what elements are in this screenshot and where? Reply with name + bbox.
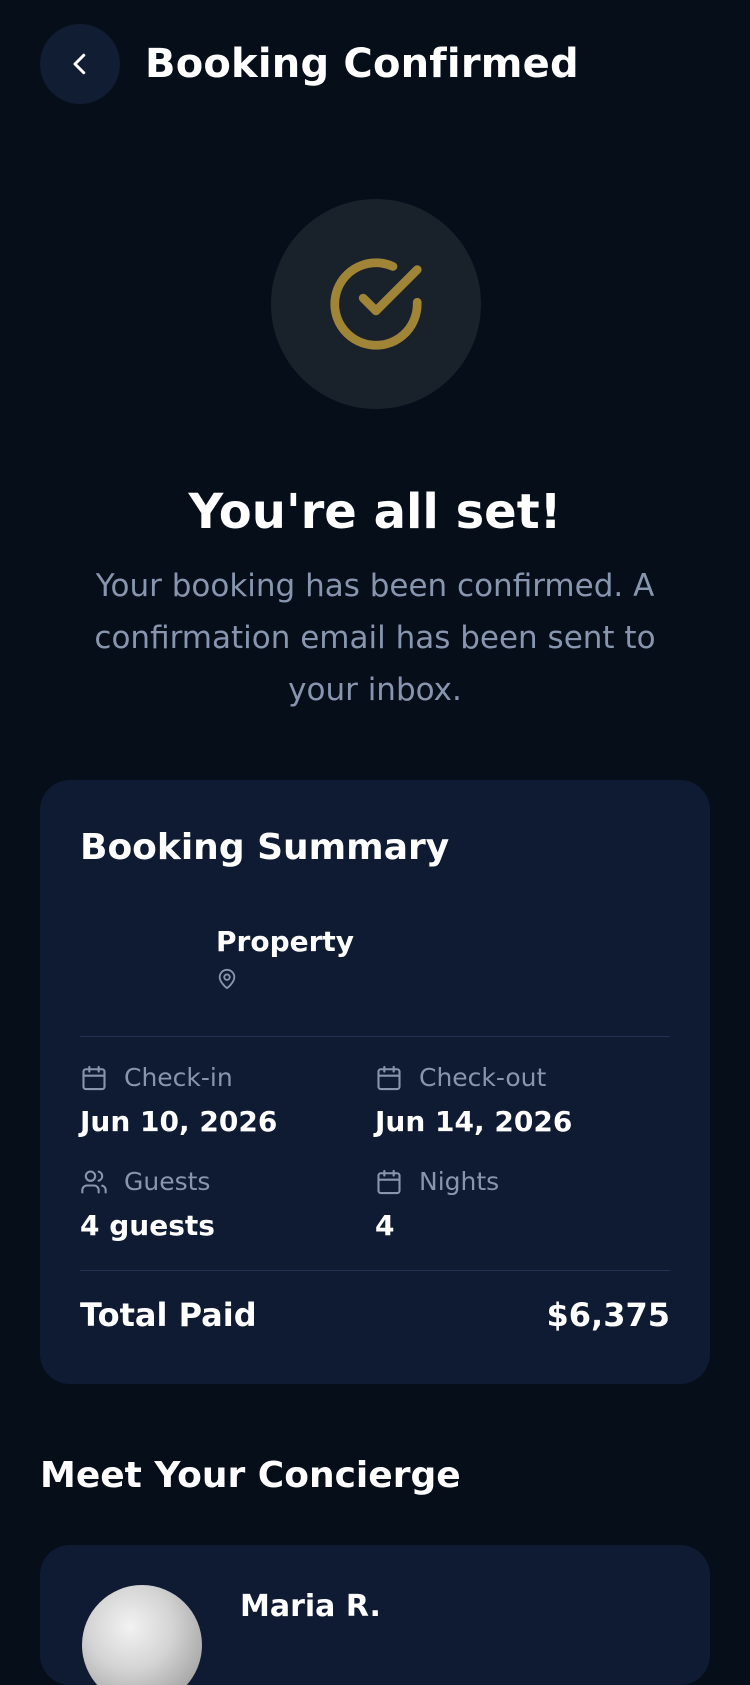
nights-label: Nights — [419, 1167, 500, 1196]
calendar-icon — [375, 1168, 403, 1196]
property-name: Property — [216, 925, 355, 958]
concierge-name: Maria R. — [240, 1589, 381, 1624]
concierge-card[interactable]: Maria R. — [40, 1545, 710, 1685]
guests-value: 4 guests — [80, 1209, 215, 1242]
confirmation-message: Your booking has been confirmed. A confi… — [94, 568, 656, 708]
divider — [80, 1036, 670, 1037]
calendar-icon — [80, 1064, 108, 1092]
page-title: Booking Confirmed — [145, 41, 579, 87]
map-pin-icon — [216, 968, 238, 990]
guests-label: Guests — [124, 1167, 211, 1196]
checkout-label: Check-out — [419, 1063, 547, 1092]
calendar-icon — [375, 1064, 403, 1092]
checkin-label: Check-in — [124, 1063, 233, 1092]
total-label: Total Paid — [80, 1296, 257, 1334]
success-badge — [271, 199, 481, 409]
checkout-info: Check-out Jun 14, 2026 — [375, 1060, 655, 1142]
users-icon — [80, 1168, 108, 1196]
checkout-value: Jun 14, 2026 — [375, 1105, 573, 1138]
summary-title: Booking Summary — [80, 827, 450, 868]
chevron-left-icon — [65, 49, 95, 79]
guests-info: Guests 4 guests — [80, 1164, 360, 1246]
app-header: Booking Confirmed — [0, 0, 750, 128]
confirmation-heading: You're all set! — [188, 484, 562, 540]
nights-info: Nights 4 — [375, 1164, 655, 1246]
avatar — [82, 1585, 202, 1685]
concierge-section-title: Meet Your Concierge — [40, 1455, 461, 1496]
checkin-value: Jun 10, 2026 — [80, 1105, 278, 1138]
total-value: $6,375 — [546, 1296, 670, 1334]
nights-value: 4 — [375, 1209, 395, 1242]
divider — [80, 1270, 670, 1271]
checkin-info: Check-in Jun 10, 2026 — [80, 1060, 360, 1142]
back-button[interactable] — [40, 24, 120, 104]
check-circle-icon — [321, 249, 431, 359]
booking-summary-card: Booking Summary Property Check-in Jun 10… — [40, 780, 710, 1384]
